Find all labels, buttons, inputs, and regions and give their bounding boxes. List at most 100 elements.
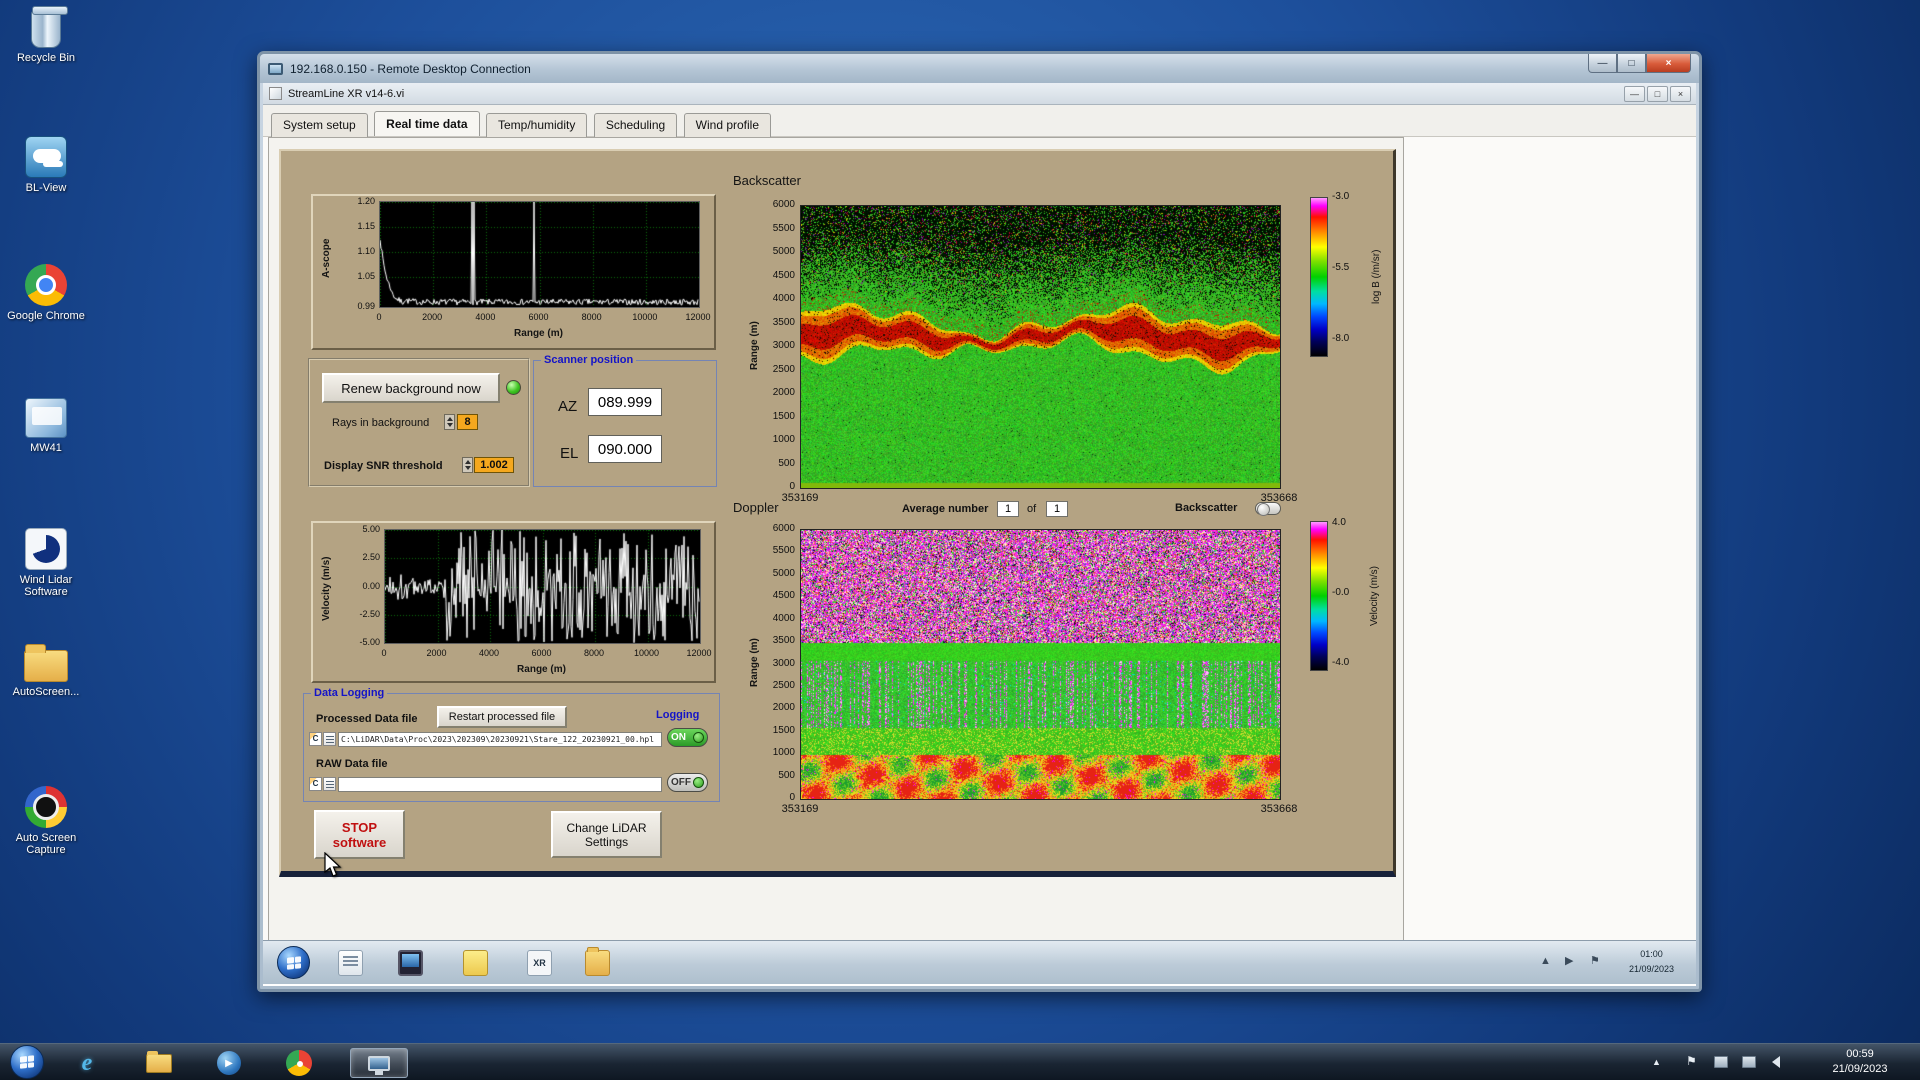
remote-explorer-icon[interactable] xyxy=(585,947,610,976)
rdp-window: 192.168.0.150 - Remote Desktop Connectio… xyxy=(257,51,1702,992)
background-group: Renew background now Rays in background … xyxy=(308,358,530,487)
processed-logging-toggle[interactable]: ON xyxy=(667,728,708,747)
velocity-x-axis-label: Range (m) xyxy=(517,664,566,675)
remote-clock[interactable]: 01:00 21/09/2023 xyxy=(1629,947,1674,977)
remote-notepad-icon[interactable] xyxy=(338,950,363,976)
average-total-field[interactable]: 1 xyxy=(1046,501,1068,517)
desktop-icon-google-chrome[interactable]: Google Chrome xyxy=(6,264,86,322)
rays-value[interactable]: 8 xyxy=(457,414,478,430)
chrome-taskbar-icon[interactable] xyxy=(282,1048,316,1078)
rdp-titlebar[interactable]: 192.168.0.150 - Remote Desktop Connectio… xyxy=(260,54,1699,83)
remote-start-button[interactable] xyxy=(277,946,310,979)
rdp-taskbar-button[interactable] xyxy=(350,1048,408,1078)
tray-caret-icon[interactable]: ▲ xyxy=(1652,1057,1661,1067)
app-close-button[interactable]: × xyxy=(1670,86,1691,102)
ie-taskbar-icon[interactable]: e xyxy=(70,1048,104,1078)
hmytick: 0 xyxy=(789,481,795,492)
hmytick: 500 xyxy=(778,769,795,781)
snr-value[interactable]: 1.002 xyxy=(474,457,514,473)
remote-xr-app-icon[interactable]: XR xyxy=(527,950,552,976)
backscatter-colorbar xyxy=(1310,197,1328,357)
remote-volume-icon[interactable]: ▶ xyxy=(1565,954,1573,967)
recycle-bin-icon xyxy=(31,10,61,48)
start-button[interactable] xyxy=(10,1045,44,1079)
processed-path-field[interactable]: C:\LiDAR\Data\Proc\2023\202309\20230921\… xyxy=(338,732,662,747)
hmytick: 4000 xyxy=(772,293,795,304)
desktop-icon-mw41[interactable]: MW41 xyxy=(6,398,86,454)
raw-browse-icon[interactable] xyxy=(323,777,336,791)
background-led xyxy=(506,380,521,395)
processed-browse-icon[interactable] xyxy=(323,732,336,746)
display-tray-icon[interactable] xyxy=(1742,1056,1756,1068)
change-lidar-settings-button[interactable]: Change LiDAR Settings xyxy=(551,811,662,858)
explorer-taskbar-icon[interactable] xyxy=(142,1048,176,1078)
wind-lidar-icon xyxy=(25,528,67,570)
ie-icon: e xyxy=(81,1049,93,1076)
hxtick: 353169 xyxy=(781,492,819,504)
raw-drive-icon[interactable]: C xyxy=(309,777,322,791)
scanner-position-group: Scanner position AZ 089.999 EL 090.000 xyxy=(533,353,717,487)
app-maximize-button[interactable]: □ xyxy=(1647,86,1668,102)
desktop-icon-auto-screen-capture[interactable]: Auto Screen Capture xyxy=(6,786,86,856)
cbtick: 4.0 xyxy=(1332,517,1346,528)
tab-bar: System setup Real time data Temp/humidit… xyxy=(263,105,1696,137)
cbtick: -8.0 xyxy=(1332,333,1350,344)
remote-display-icon[interactable] xyxy=(398,950,423,976)
tab-temp-humidity[interactable]: Temp/humidity xyxy=(485,113,588,137)
rdp-close-button[interactable]: × xyxy=(1646,54,1691,73)
remote-sticky-icon[interactable] xyxy=(463,950,488,976)
toggle-knob-icon xyxy=(693,777,704,788)
action-center-flag-icon[interactable]: ⚑ xyxy=(1686,1054,1697,1068)
az-label: AZ xyxy=(558,398,578,415)
desktop-icon-label: Recycle Bin xyxy=(16,52,76,64)
raw-path-field[interactable] xyxy=(338,777,662,792)
app-titlebar[interactable]: StreamLine XR v14-6.vi — □ × xyxy=(263,83,1696,105)
renew-background-button[interactable]: Renew background now xyxy=(322,373,500,403)
remote-tray-caret-icon[interactable]: ▲ xyxy=(1540,955,1551,967)
desktop-icon-wind-lidar[interactable]: Wind Lidar Software xyxy=(6,528,86,598)
hmytick: 2000 xyxy=(772,702,795,714)
desktop-icon-autoscreen[interactable]: AutoScreen... xyxy=(6,640,86,698)
mw41-icon xyxy=(25,398,67,438)
hxtick: 353169 xyxy=(781,803,819,815)
xtick: 4000 xyxy=(478,648,500,658)
xtick: 6000 xyxy=(531,648,552,658)
raw-logging-toggle[interactable]: OFF xyxy=(667,773,708,792)
media-player-taskbar-icon[interactable]: ▶ xyxy=(212,1048,246,1078)
taskbar-clock[interactable]: 00:59 21/09/2023 xyxy=(1812,1047,1908,1077)
hmytick: 1500 xyxy=(772,724,795,736)
ascope-plot-box: A-scope Range (m) 1.20 1.15 1.10 1.05 0.99 0 2… xyxy=(311,194,716,350)
tab-real-time-data[interactable]: Real time data xyxy=(374,111,480,136)
hmytick: 6000 xyxy=(772,199,795,210)
snr-spinner[interactable] xyxy=(462,457,473,473)
rdp-window-icon xyxy=(268,62,283,75)
hmytick: 4000 xyxy=(772,612,795,624)
desktop-icon-label: Auto Screen Capture xyxy=(15,832,77,856)
tab-wind-profile[interactable]: Wind profile xyxy=(683,113,772,137)
rdp-maximize-button[interactable]: □ xyxy=(1617,54,1646,73)
xtick: 12000 xyxy=(686,648,712,658)
raw-toggle-state: OFF xyxy=(671,777,691,788)
backscatter-heatmap xyxy=(800,205,1281,489)
restart-processed-file-button[interactable]: Restart processed file xyxy=(437,706,567,728)
cbtick: -0.0 xyxy=(1332,587,1350,598)
xtick: 8000 xyxy=(581,312,602,322)
network-icon[interactable] xyxy=(1714,1056,1728,1068)
desktop-icon-recycle-bin[interactable]: Recycle Bin xyxy=(6,10,86,64)
rays-spinner[interactable] xyxy=(444,414,455,430)
tab-system-setup[interactable]: System setup xyxy=(271,113,368,137)
processed-drive-icon[interactable]: C xyxy=(309,732,322,746)
ytick: 1.20 xyxy=(357,196,375,206)
desktop-icon-bl-view[interactable]: BL-View xyxy=(6,136,86,194)
rdp-minimize-button[interactable]: — xyxy=(1588,54,1617,73)
app-minimize-button[interactable]: — xyxy=(1624,86,1645,102)
el-value-field: 090.000 xyxy=(588,435,662,463)
hmytick: 6000 xyxy=(772,523,795,534)
tab-scheduling[interactable]: Scheduling xyxy=(593,113,678,137)
average-number-field[interactable]: 1 xyxy=(997,501,1019,517)
remote-time: 01:00 xyxy=(1640,949,1663,959)
remote-action-center-flag-icon[interactable]: ⚑ xyxy=(1590,954,1600,967)
hmytick: 5500 xyxy=(772,545,795,557)
hmytick: 4500 xyxy=(772,590,795,602)
volume-icon[interactable] xyxy=(1772,1056,1780,1068)
